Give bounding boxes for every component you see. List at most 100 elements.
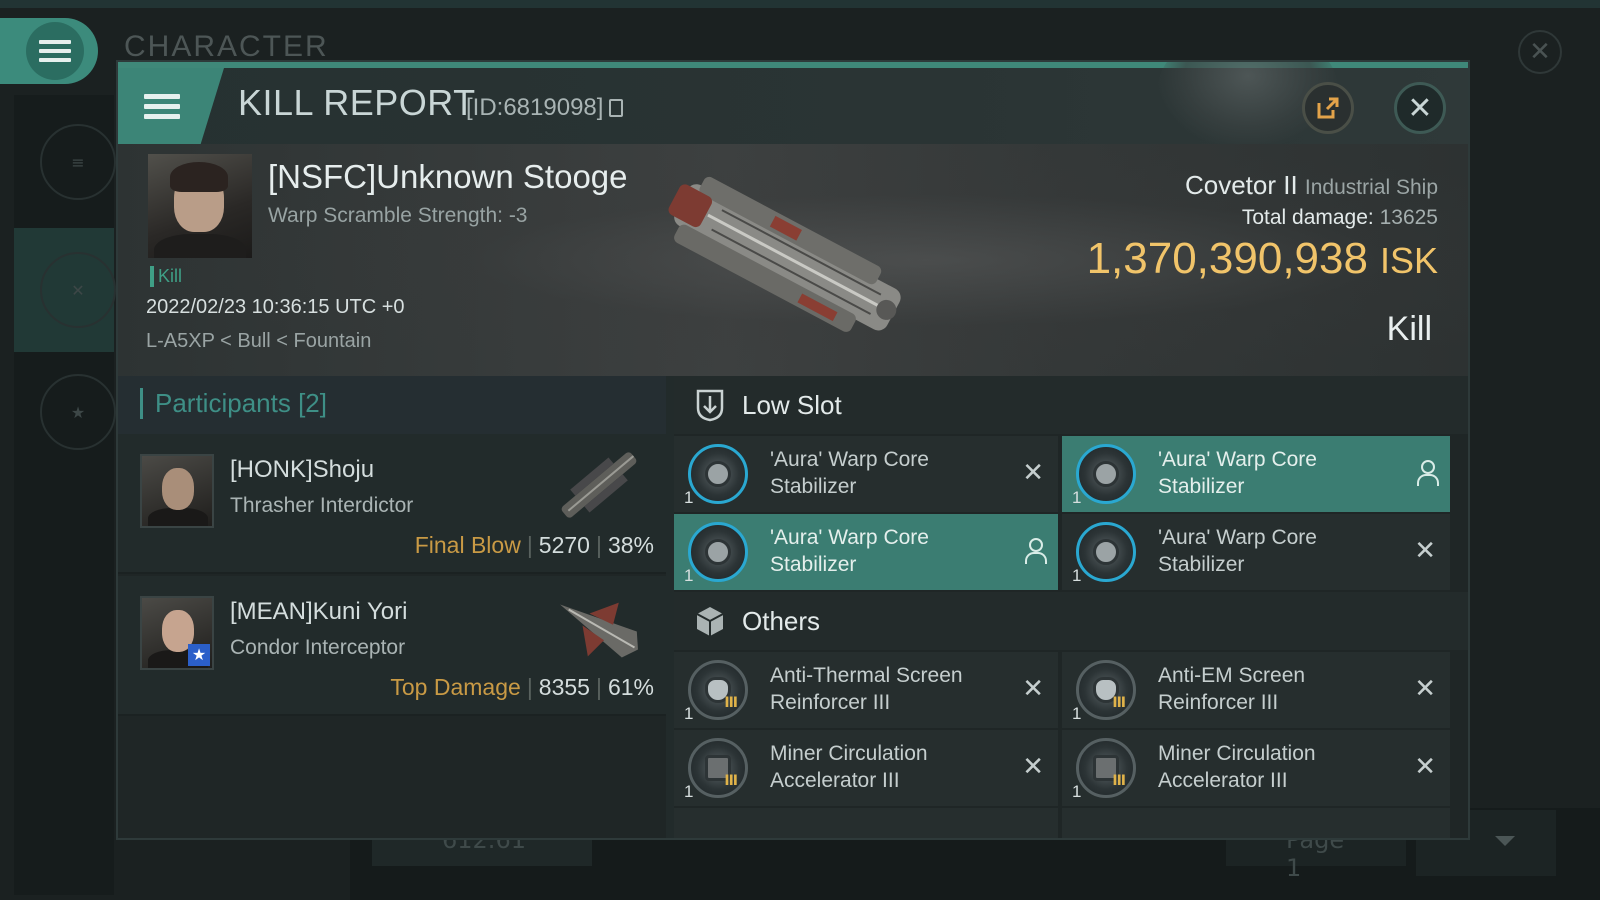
item-name: 'Aura' Warp Core Stabilizer	[1158, 448, 1317, 498]
participant-tag: Top Damage	[390, 674, 521, 700]
item-slot[interactable]: 1 'Aura' Warp Core Stabilizer ✕	[1062, 514, 1450, 590]
item-slot-partial[interactable]	[674, 808, 1058, 838]
participant-row[interactable]: [HONK]Shoju Thrasher Interdictor Final B…	[118, 434, 666, 574]
others-title: Others	[742, 606, 821, 636]
participant-ship: Thrasher Interdictor	[230, 494, 414, 517]
item-quantity: 1	[1072, 782, 1082, 801]
item-quantity: 1	[1072, 566, 1082, 585]
isk-value: 1,370,390,938 ISK	[1087, 234, 1438, 284]
total-damage-value: 13625	[1379, 206, 1438, 229]
participant-tag: Final Blow	[414, 532, 521, 558]
kill-id-text: [ID:6819098]	[466, 94, 604, 121]
main-menu-button[interactable]	[0, 18, 98, 84]
participants-panel: Participants [2] [HONK]Shoju Thrasher In…	[118, 376, 666, 838]
destroyed-x-icon: ✕	[1022, 674, 1044, 704]
participant-avatar[interactable]	[140, 454, 214, 528]
participant-stats: Top Damage | 8355 | 61%	[390, 674, 654, 700]
modal-menu-button[interactable]	[118, 68, 224, 144]
item-slot[interactable]: III 1 Miner Circulation Accelerator III …	[674, 730, 1058, 806]
victim-portrait[interactable]	[148, 154, 252, 258]
modal-header: KILL REPORT [ID:6819098] ✕	[118, 62, 1468, 148]
fitting-panel: Low Slot 1 'Aura' Warp Core Stabilizer ✕…	[674, 376, 1468, 838]
item-slot[interactable]: III 1 Anti-EM Screen Reinforcer III ✕	[1062, 652, 1450, 728]
participants-title: Participants [2]	[140, 388, 327, 419]
kill-tag: Kill	[150, 266, 182, 287]
mining-upgrade-icon: III	[1076, 738, 1136, 798]
isk-unit: ISK	[1379, 240, 1438, 281]
participant-name[interactable]: [HONK]Shoju	[230, 456, 374, 484]
participant-damage: 8355	[538, 674, 590, 700]
item-slot[interactable]: III 1 Miner Circulation Accelerator III …	[1062, 730, 1450, 806]
item-quantity: 1	[684, 782, 694, 801]
item-quantity: 1	[684, 566, 694, 585]
cargo-box-icon	[696, 607, 724, 636]
hamburger-icon	[39, 40, 71, 62]
item-slot[interactable]: 1 'Aura' Warp Core Stabilizer	[1062, 436, 1450, 512]
shield-reinforcer-icon: III	[1076, 660, 1136, 720]
item-quantity: 1	[1072, 488, 1082, 507]
item-quantity: 1	[684, 704, 694, 723]
warp-core-stabilizer-icon	[1076, 522, 1136, 582]
destroyed-x-icon: ✕	[1414, 674, 1436, 704]
star-badge-icon: ★	[188, 644, 210, 666]
item-slot[interactable]: 1 'Aura' Warp Core Stabilizer ✕	[674, 436, 1058, 512]
share-button[interactable]	[1302, 82, 1354, 134]
participants-header: Participants [2]	[118, 376, 666, 434]
item-name: Miner Circulation Accelerator III	[1158, 742, 1316, 792]
low-slot-title: Low Slot	[742, 390, 842, 420]
item-name: 'Aura' Warp Core Stabilizer	[770, 526, 929, 576]
kill-result: Kill	[1386, 310, 1432, 348]
item-slot[interactable]: III 1 Anti-Thermal Screen Reinforcer III…	[674, 652, 1058, 728]
participant-ship-image[interactable]	[544, 440, 654, 530]
item-quantity: 1	[684, 488, 694, 507]
victim-ship-image[interactable]	[638, 150, 928, 360]
mining-upgrade-icon: III	[688, 738, 748, 798]
participant-damage: 5270	[538, 532, 590, 558]
kill-report-modal: KILL REPORT [ID:6819098] ✕ [NSFC]Unknown…	[116, 60, 1470, 840]
low-slot-header: Low Slot	[674, 376, 1468, 434]
participant-ship: Condor Interceptor	[230, 636, 406, 659]
destroyed-x-icon: ✕	[1022, 752, 1044, 782]
item-slot[interactable]: 1 'Aura' Warp Core Stabilizer	[674, 514, 1058, 590]
background-window-title: CHARACTER	[124, 30, 329, 63]
copy-icon[interactable]	[609, 99, 624, 117]
total-damage-label: Total damage:	[1241, 206, 1374, 229]
destroyed-x-icon: ✕	[1414, 536, 1436, 566]
victim-banner: [NSFC]Unknown Stooge Warp Scramble Stren…	[118, 144, 1468, 376]
participant-stats: Final Blow | 5270 | 38%	[414, 532, 654, 558]
victim-name[interactable]: [NSFC]Unknown Stooge	[268, 158, 628, 196]
background-close-icon[interactable]: ✕	[1518, 30, 1562, 74]
item-name: Anti-Thermal Screen Reinforcer III	[770, 664, 963, 714]
ship-name: Covetor II	[1184, 170, 1298, 200]
victim-ship[interactable]: Covetor II Industrial Ship	[1185, 170, 1438, 201]
dropped-person-icon	[1024, 538, 1047, 564]
background-top-bar	[0, 0, 1600, 8]
participant-name[interactable]: [MEAN]Kuni Yori	[230, 598, 407, 626]
participant-ship-image[interactable]	[544, 582, 654, 672]
item-name: Anti-EM Screen Reinforcer III	[1158, 664, 1306, 714]
warp-core-stabilizer-icon	[1076, 444, 1136, 504]
external-link-icon	[1317, 97, 1339, 119]
kill-location[interactable]: L-A5XP < Bull < Fountain	[146, 330, 371, 353]
participant-row[interactable]: ★ [MEAN]Kuni Yori Condor Interceptor Top…	[118, 576, 666, 716]
low-slot-icon	[696, 389, 724, 422]
participant-avatar[interactable]: ★	[140, 596, 214, 670]
item-name: 'Aura' Warp Core Stabilizer	[770, 448, 929, 498]
item-name: 'Aura' Warp Core Stabilizer	[1158, 526, 1317, 576]
shield-reinforcer-icon: III	[688, 660, 748, 720]
warp-core-stabilizer-icon	[688, 444, 748, 504]
destroyed-x-icon: ✕	[1414, 752, 1436, 782]
close-icon: ✕	[1407, 90, 1433, 126]
close-button[interactable]: ✕	[1394, 82, 1446, 134]
kill-timestamp: 2022/02/23 10:36:15 UTC +0	[146, 296, 405, 318]
crossed-swords-icon[interactable]: ✕	[40, 252, 116, 328]
modal-title: KILL REPORT	[238, 82, 476, 123]
isk-amount: 1,370,390,938	[1086, 234, 1368, 283]
background-sidebar	[14, 95, 114, 895]
list-icon[interactable]: ≡	[40, 124, 116, 200]
item-slot-partial[interactable]	[1062, 808, 1450, 838]
ship-class: Industrial Ship	[1304, 176, 1438, 199]
hamburger-icon	[144, 93, 180, 119]
star-badge-icon[interactable]: ★	[40, 374, 116, 450]
kill-id: [ID:6819098]	[466, 94, 624, 122]
